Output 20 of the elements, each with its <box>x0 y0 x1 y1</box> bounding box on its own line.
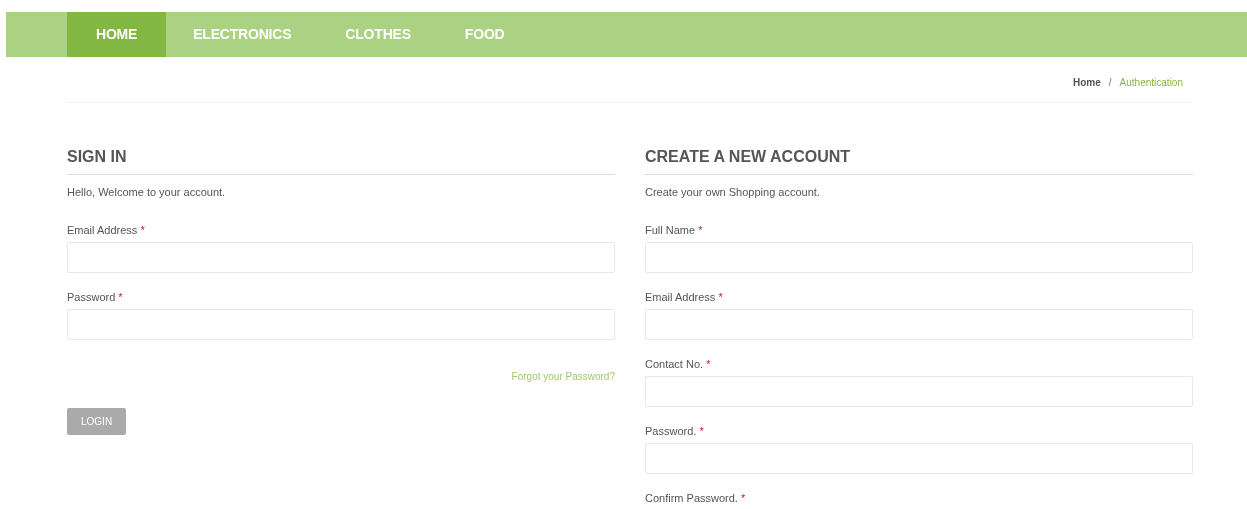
nav-tab[interactable]: FOOD <box>437 12 532 57</box>
section-heading: SIGN IN <box>67 147 615 176</box>
nav-tab[interactable]: HOME <box>67 12 167 57</box>
field-label: Contact No. * <box>645 356 712 371</box>
breadcrumb-current: Authentication <box>1119 76 1183 90</box>
intro-text: Create your own Shopping account. <box>645 185 821 201</box>
login-button[interactable]: LOGIN <box>67 408 127 436</box>
breadcrumb-separator: / <box>1108 76 1112 90</box>
intro-text: Hello, Welcome to your account. <box>67 185 227 201</box>
nav-tab[interactable]: ELECTRONICS <box>166 12 319 57</box>
field-label: Password. * <box>645 423 705 438</box>
breadcrumb-link[interactable]: Home <box>1073 75 1101 90</box>
field-label: Password * <box>67 289 124 304</box>
field-label: Email Address * <box>645 289 724 304</box>
field-label: Email Address * <box>67 222 146 237</box>
field-label: Confirm Password. * <box>645 490 747 505</box>
forgot-password-link[interactable]: Forgot your Password? <box>511 370 615 382</box>
nav-tab[interactable]: CLOTHES <box>318 12 438 57</box>
field-label: Full Name * <box>645 222 704 237</box>
section-heading: CREATE A NEW ACCOUNT <box>645 147 1193 176</box>
